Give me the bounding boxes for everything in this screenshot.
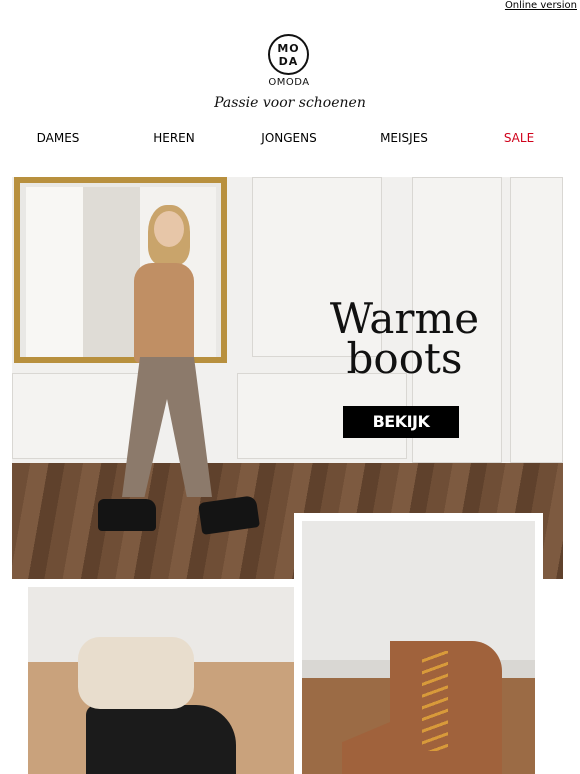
logo-line-1: MO: [277, 42, 300, 55]
product-photo: [28, 587, 294, 774]
omoda-logo[interactable]: MO DA: [268, 34, 309, 75]
door-panel: [510, 177, 563, 463]
tagline: Passie voor schoenen: [214, 95, 366, 111]
nav-item-heren[interactable]: HEREN: [153, 131, 195, 145]
logo-line-2: DA: [278, 55, 299, 68]
girl-sweater: [134, 263, 194, 363]
nav-item-jongens[interactable]: JONGENS: [261, 131, 316, 145]
hero-title: Warme boots: [322, 294, 487, 383]
black-boot-image: [86, 705, 236, 774]
logo-wordmark: OMODA: [268, 77, 310, 88]
hero-title-line-2: boots: [346, 334, 463, 383]
black-boot-left: [98, 499, 156, 531]
product-tile-brown-boot[interactable]: [294, 513, 543, 774]
girl-head: [154, 211, 184, 247]
nav-item-sale[interactable]: SALE: [504, 131, 534, 145]
bekijk-button[interactable]: BEKIJK: [343, 406, 459, 438]
nav-item-meisjes[interactable]: MEISJES: [380, 131, 428, 145]
hero-title-line-1: Warme: [329, 294, 480, 343]
nav-item-dames[interactable]: DAMES: [37, 131, 80, 145]
shearling-cuff: [78, 637, 194, 709]
product-photo: [302, 521, 535, 774]
boot-laces: [422, 651, 448, 751]
online-version-link[interactable]: Online version: [505, 0, 577, 11]
gilded-mirror: [14, 177, 227, 363]
main-nav: DAMES HEREN JONGENS MEISJES SALE: [0, 131, 580, 151]
product-tile-black-boot[interactable]: [12, 579, 294, 774]
